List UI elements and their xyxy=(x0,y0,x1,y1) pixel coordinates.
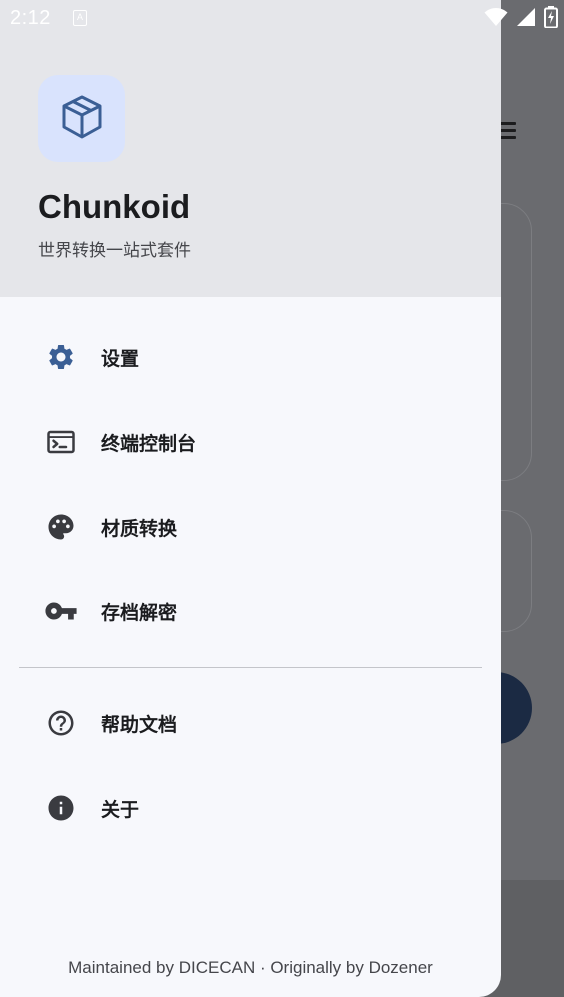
divider xyxy=(19,667,482,668)
drawer-footer: Maintained by DICECAN · Originally by Do… xyxy=(68,958,433,977)
key-icon xyxy=(44,594,78,628)
nav-item-help-docs[interactable]: 帮助文档 xyxy=(0,681,501,765)
drawer-header: Chunkoid 世界转换一站式套件 xyxy=(0,0,501,297)
nav-item-save-decryption[interactable]: 存档解密 xyxy=(0,569,501,653)
battery-charging-icon xyxy=(544,6,558,32)
nav-item-about[interactable]: 关于 xyxy=(0,766,501,850)
signal-icon xyxy=(516,7,536,31)
help-circle-icon xyxy=(44,706,78,740)
nav-item-label: 设置 xyxy=(101,347,140,370)
nav-item-label: 存档解密 xyxy=(101,601,178,624)
nav-item-label: 关于 xyxy=(101,798,140,821)
nav-item-label: 材质转换 xyxy=(101,517,178,540)
wifi-icon xyxy=(484,7,508,31)
gear-icon xyxy=(44,340,78,374)
status-bar: 2:12 A xyxy=(0,0,564,36)
palette-icon xyxy=(44,510,78,544)
app-subtitle: 世界转换一站式套件 xyxy=(38,241,191,261)
app-logo xyxy=(38,75,125,162)
nav-item-label: 终端控制台 xyxy=(101,432,197,455)
app-name: Chunkoid xyxy=(38,188,191,225)
status-time: 2:12 xyxy=(10,7,51,29)
nav-item-label: 帮助文档 xyxy=(101,713,178,736)
nav-item-terminal-console[interactable]: 终端控制台 xyxy=(0,400,501,484)
info-icon xyxy=(44,791,78,825)
nav-item-settings[interactable]: 设置 xyxy=(0,315,501,399)
terminal-icon xyxy=(44,425,78,459)
notification-icon: A xyxy=(73,10,87,26)
nav-item-texture-conversion[interactable]: 材质转换 xyxy=(0,485,501,569)
cube-box-icon xyxy=(58,93,106,145)
navigation-drawer: Chunkoid 世界转换一站式套件 设置 终端控制台 材质转换 存档解密 帮助… xyxy=(0,0,501,997)
